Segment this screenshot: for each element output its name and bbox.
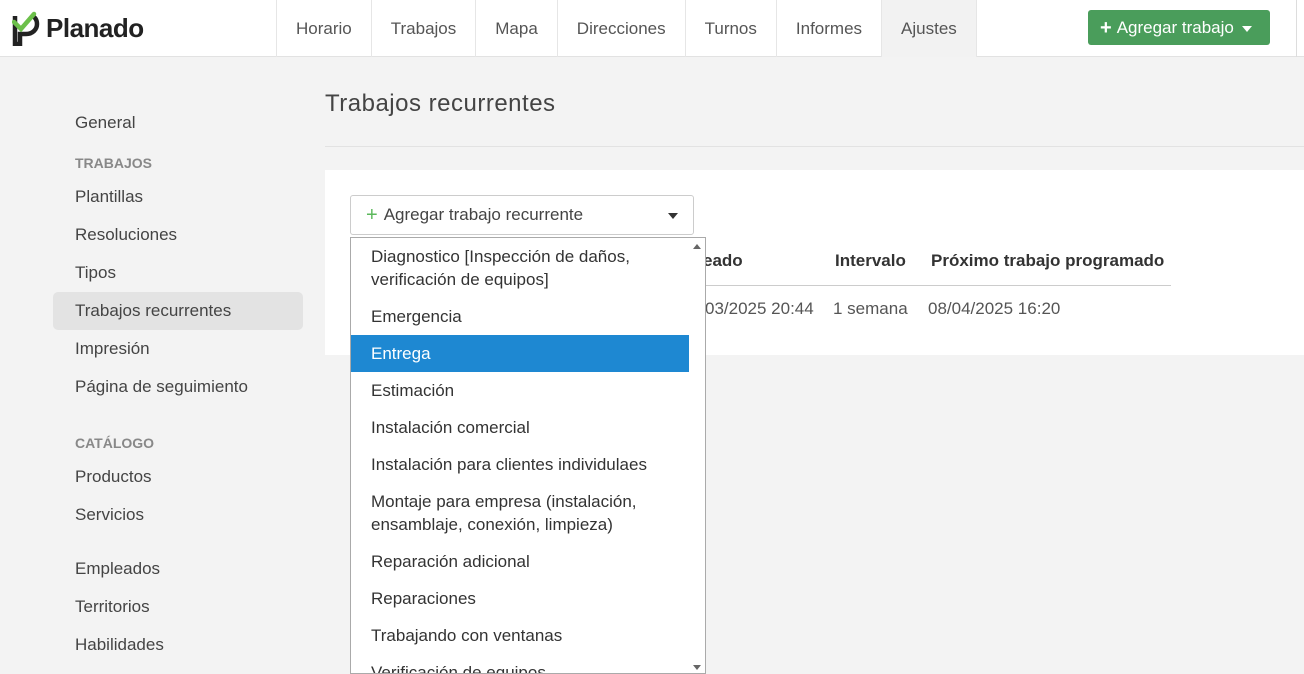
add-recurring-job-dropdown[interactable]: + Agregar trabajo recurrente [350,195,694,235]
column-header-interval[interactable]: Intervalo [835,251,906,271]
sidebar-item-plantillas[interactable]: Plantillas [53,178,303,216]
planado-logo[interactable]: Planado [12,10,144,46]
add-recurring-job-label: Agregar trabajo recurrente [383,205,584,224]
sidebar-item-impresion[interactable]: Impresión [53,330,303,368]
column-header-created[interactable]: eado [703,251,743,271]
add-job-button[interactable]: + Agregar trabajo [1088,10,1270,45]
menu-item-emergencia[interactable]: Emergencia [351,298,689,335]
sidebar-item-productos[interactable]: Productos [53,458,303,496]
sidebar-item-pagina-seguimiento[interactable]: Página de seguimiento [53,368,303,406]
menu-item-reparacion-adicional[interactable]: Reparación adicional [351,543,689,580]
plus-icon: + [366,204,378,226]
caret-down-icon [1241,26,1252,32]
page-title: Trabajos recurrentes [325,90,556,117]
settings-sidebar: General TRABAJOS Plantillas Resoluciones… [53,104,303,664]
scroll-up-icon[interactable] [693,244,701,249]
menu-item-entrega[interactable]: Entrega [351,335,689,372]
cell-next-job: 08/04/2025 16:20 [928,299,1061,318]
menu-item-instalacion-individuales[interactable]: Instalación para clientes individulaes [351,446,689,483]
main-nav: Horario Trabajos Mapa Direcciones Turnos… [276,0,977,57]
nav-horario[interactable]: Horario [276,0,371,57]
caret-down-icon [668,213,678,219]
sidebar-item-resoluciones[interactable]: Resoluciones [53,216,303,254]
sidebar-item-empleados[interactable]: Empleados [53,550,303,588]
cell-interval: 1 semana [833,299,908,318]
divider [325,146,1304,147]
menu-item-ventanas[interactable]: Trabajando con ventanas [351,617,689,654]
nav-mapa[interactable]: Mapa [475,0,557,57]
sidebar-item-general[interactable]: General [53,104,303,142]
nav-turnos[interactable]: Turnos [684,0,776,57]
nav-informes[interactable]: Informes [775,0,881,57]
sidebar-item-trabajos-recurrentes[interactable]: Trabajos recurrentes [53,292,303,330]
cell-created: 03/2025 20:44 [705,299,814,318]
logo-text: Planado [46,12,144,43]
menu-item-diagnostico[interactable]: Diagnostico [Inspección de daños, verifi… [351,238,689,298]
sidebar-item-territorios[interactable]: Territorios [53,588,303,626]
sidebar-item-servicios[interactable]: Servicios [53,496,303,534]
divider [1296,0,1297,57]
menu-item-reparaciones[interactable]: Reparaciones [351,580,689,617]
sidebar-item-tipos[interactable]: Tipos [53,254,303,292]
plus-icon: + [1100,16,1112,39]
menu-scrollbar[interactable] [689,238,705,673]
nav-direcciones[interactable]: Direcciones [556,0,685,57]
top-bar: Planado Horario Trabajos Mapa Direccione… [0,0,1304,57]
menu-item-verificacion-equipos[interactable]: Verificación de equipos [351,654,689,673]
menu-item-instalacion-comercial[interactable]: Instalación comercial [351,409,689,446]
job-type-menu[interactable]: Diagnostico [Inspección de daños, verifi… [350,237,706,674]
table-header-divider [690,285,1171,286]
column-header-next-job[interactable]: Próximo trabajo programado [931,251,1164,271]
add-job-label: Agregar trabajo [1116,17,1234,37]
menu-item-estimacion[interactable]: Estimación [351,372,689,409]
sidebar-header-trabajos: TRABAJOS [75,155,153,171]
scroll-down-icon[interactable] [693,665,701,670]
sidebar-header-catalogo: CATÁLOGO [75,435,155,451]
logo-check-icon [12,11,40,46]
menu-item-montaje-empresa[interactable]: Montaje para empresa (instalación, ensam… [351,483,689,543]
nav-ajustes[interactable]: Ajustes [881,0,977,57]
nav-trabajos[interactable]: Trabajos [370,0,476,57]
sidebar-item-habilidades[interactable]: Habilidades [53,626,303,664]
